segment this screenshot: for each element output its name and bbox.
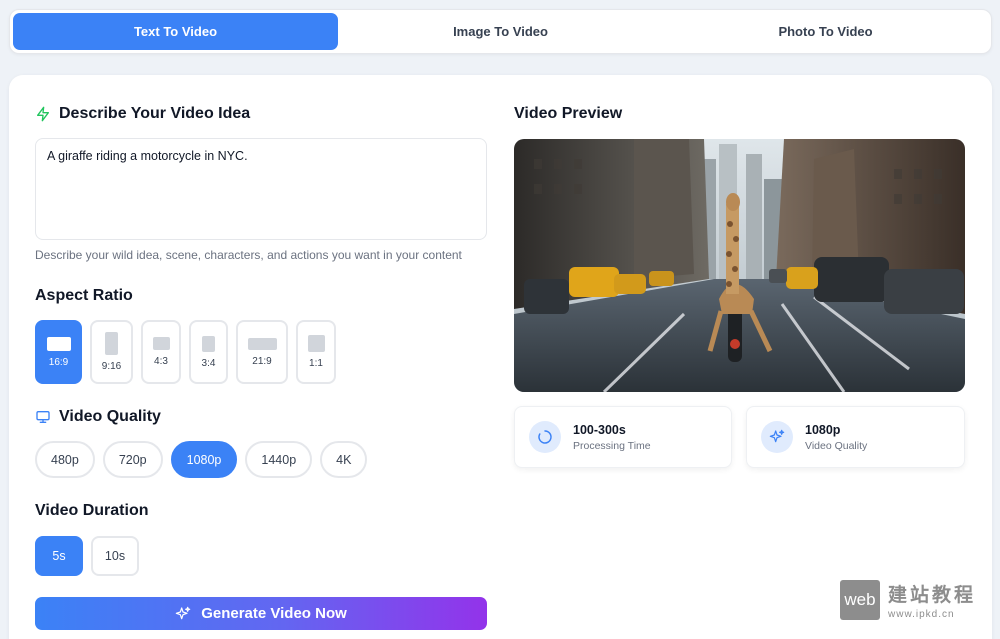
video-quality-card: 1080p Video Quality bbox=[746, 406, 965, 468]
idea-title-text: Describe Your Video Idea bbox=[59, 105, 251, 122]
stat-icon-circle bbox=[761, 421, 793, 453]
aspect-option-21-9[interactable]: 21:9 bbox=[236, 320, 288, 384]
quality-option-720p[interactable]: 720p bbox=[102, 441, 163, 478]
zap-icon bbox=[37, 106, 49, 122]
quality-option-1440p[interactable]: 1440p bbox=[245, 441, 313, 478]
stat-icon-circle bbox=[529, 421, 561, 453]
aspect-option-1-1[interactable]: 1:1 bbox=[296, 320, 336, 384]
generator-card: Describe Your Video Idea Describe your w… bbox=[9, 75, 992, 639]
ratio-shape-icon bbox=[105, 332, 118, 355]
processing-time-card: 100-300s Processing Time bbox=[514, 406, 732, 468]
preview-scene-illustration bbox=[514, 139, 965, 392]
sparkles-icon bbox=[769, 429, 785, 443]
duration-option-5s[interactable]: 5s bbox=[35, 536, 83, 576]
video-idea-input[interactable] bbox=[35, 138, 487, 240]
loading-spinner-icon bbox=[538, 430, 552, 444]
generate-video-button[interactable]: Generate Video Now bbox=[35, 597, 487, 630]
generate-button-label: Generate Video Now bbox=[201, 605, 347, 622]
idea-helper-text: Describe your wild idea, scene, characte… bbox=[35, 248, 462, 262]
aspect-option-label: 1:1 bbox=[309, 358, 323, 369]
quality-option-4k[interactable]: 4K bbox=[320, 441, 368, 478]
watermark-url: www.ipkd.cn bbox=[888, 609, 955, 620]
aspect-option-16-9[interactable]: 16:9 bbox=[35, 320, 82, 384]
watermark-logo: web bbox=[840, 580, 880, 620]
aspect-option-label: 16:9 bbox=[48, 356, 69, 368]
duration-option-10s[interactable]: 10s bbox=[91, 536, 139, 576]
quality-options: 480p 720p 1080p 1440p 4K bbox=[35, 441, 368, 478]
ratio-shape-icon bbox=[247, 337, 277, 350]
site-watermark: web 建站教程 www.ipkd.cn bbox=[840, 580, 976, 620]
tab-image-to-video[interactable]: Image To Video bbox=[338, 13, 663, 50]
aspect-option-4-3[interactable]: 4:3 bbox=[141, 320, 181, 384]
processing-time-label: Processing Time bbox=[573, 439, 651, 452]
ratio-shape-icon bbox=[202, 335, 215, 352]
quality-section-title: Video Quality bbox=[35, 408, 161, 426]
duration-title-text: Video Duration bbox=[35, 502, 149, 519]
aspect-ratio-options: 16:9 9:16 4:3 3:4 21:9 1:1 bbox=[35, 320, 336, 384]
aspect-option-label: 21:9 bbox=[252, 355, 272, 367]
quality-option-480p[interactable]: 480p bbox=[35, 441, 95, 478]
aspect-option-3-4[interactable]: 3:4 bbox=[189, 320, 228, 384]
tab-text-to-video[interactable]: Text To Video bbox=[13, 13, 338, 50]
duration-options: 5s 10s bbox=[35, 536, 139, 576]
quality-option-1080p[interactable]: 1080p bbox=[170, 441, 238, 478]
aspect-section-title: Aspect Ratio bbox=[35, 287, 133, 305]
sparkles-icon bbox=[175, 606, 191, 619]
video-quality-label: Video Quality bbox=[805, 439, 868, 452]
duration-section-title: Video Duration bbox=[35, 502, 149, 520]
watermark-site-name: 建站教程 bbox=[888, 585, 977, 606]
preview-title-text: Video Preview bbox=[514, 105, 623, 122]
aspect-option-label: 3:4 bbox=[201, 357, 216, 369]
aspect-option-label: 4:3 bbox=[154, 356, 168, 367]
aspect-title-text: Aspect Ratio bbox=[35, 287, 133, 304]
preview-section-title: Video Preview bbox=[514, 105, 622, 123]
ratio-shape-icon bbox=[307, 335, 325, 352]
aspect-option-9-16[interactable]: 9:16 bbox=[90, 320, 133, 384]
ratio-shape-icon bbox=[152, 337, 170, 350]
video-quality-value: 1080p bbox=[805, 422, 841, 437]
ratio-shape-icon bbox=[46, 336, 71, 351]
quality-title-text: Video Quality bbox=[59, 408, 161, 425]
mode-tabs: Text To Video Image To Video Photo To Vi… bbox=[9, 9, 992, 54]
monitor-icon bbox=[36, 411, 50, 423]
tab-photo-to-video[interactable]: Photo To Video bbox=[663, 13, 988, 50]
processing-time-value: 100-300s bbox=[573, 422, 626, 437]
aspect-option-label: 9:16 bbox=[101, 361, 122, 372]
idea-section-title: Describe Your Video Idea bbox=[35, 105, 250, 123]
video-preview-image bbox=[514, 139, 965, 392]
